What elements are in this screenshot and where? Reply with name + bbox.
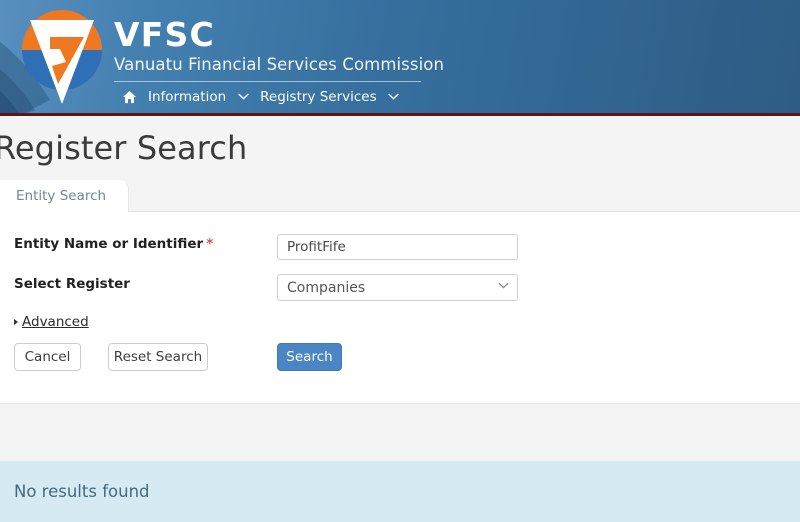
entity-name-label: Entity Name or Identifier * xyxy=(14,236,213,252)
nav-item-registry-services[interactable]: Registry Services xyxy=(254,87,382,107)
page-title: Register Search xyxy=(0,129,248,167)
entity-name-input[interactable] xyxy=(277,234,518,260)
search-form-panel: Entity Name or Identifier* Select Regist… xyxy=(0,212,800,404)
chevron-down-icon xyxy=(238,93,249,100)
entity-name-label-text: Entity Name or Identifier xyxy=(14,236,204,252)
nav-item-information[interactable]: Information xyxy=(142,87,232,107)
field-row-entity-name: Entity Name or Identifier * xyxy=(0,234,800,260)
main-nav: Information Registry Services xyxy=(116,86,444,108)
advanced-toggle-label: Advanced xyxy=(22,314,89,330)
triangle-right-icon xyxy=(14,319,18,325)
tab-strip: Entity Search xyxy=(0,180,800,212)
home-icon xyxy=(122,90,136,103)
results-spacer xyxy=(0,404,800,462)
site-header: VFSC Vanuatu Financial Services Commissi… xyxy=(0,0,800,116)
nav-home-button[interactable] xyxy=(116,86,142,108)
brand-divider xyxy=(114,80,421,82)
select-register-dropdown[interactable]: Companies xyxy=(277,274,518,301)
select-register-wrapper[interactable]: Companies xyxy=(277,274,518,301)
search-button[interactable]: Search xyxy=(277,343,342,371)
vfsc-shield-logo-icon xyxy=(22,10,102,104)
tab-entity-search[interactable]: Entity Search xyxy=(0,180,130,212)
required-asterisk: * xyxy=(206,236,214,252)
nav-caret-registry-services[interactable] xyxy=(383,87,405,107)
form-button-row: Cancel Reset Search Search xyxy=(0,343,800,373)
no-results-banner: No results found xyxy=(0,462,800,522)
brand-full-name: Vanuatu Financial Services Commission xyxy=(114,55,445,74)
reset-search-button[interactable]: Reset Search xyxy=(108,343,208,371)
no-results-message: No results found xyxy=(14,482,150,501)
brand[interactable]: VFSC Vanuatu Financial Services Commissi… xyxy=(0,0,444,108)
advanced-toggle[interactable]: Advanced xyxy=(14,314,89,330)
select-register-value: Companies xyxy=(287,279,366,296)
brand-acronym: VFSC xyxy=(114,15,215,54)
brand-text: VFSC Vanuatu Financial Services Commissi… xyxy=(114,18,444,108)
nav-caret-information[interactable] xyxy=(232,87,254,107)
select-register-label: Select Register xyxy=(14,276,130,292)
cancel-button[interactable]: Cancel xyxy=(14,343,81,371)
tab-entity-search-label: Entity Search xyxy=(16,188,107,204)
field-row-select-register: Select Register Companies xyxy=(0,274,800,301)
chevron-down-icon xyxy=(388,93,399,100)
